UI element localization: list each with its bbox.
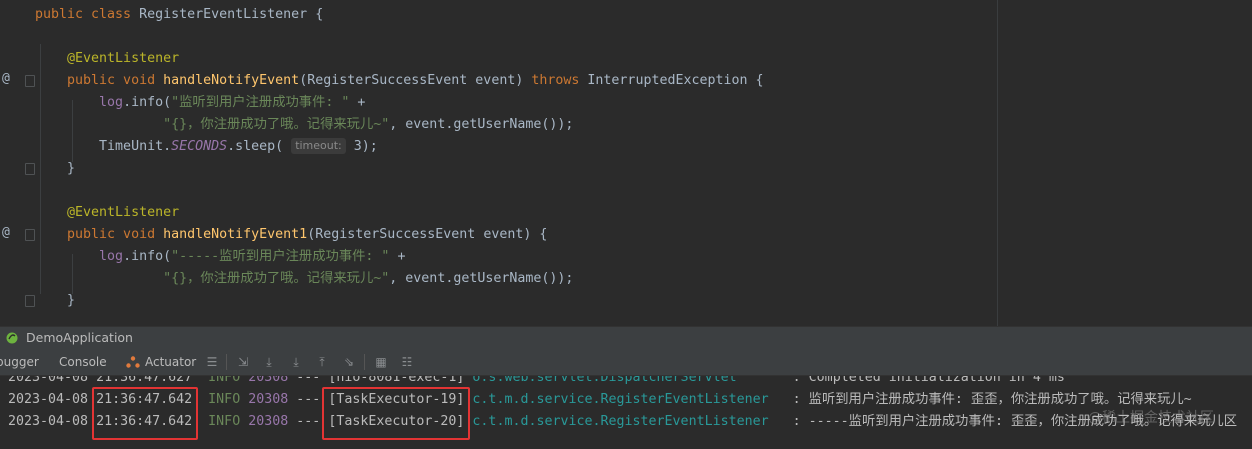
actuator-icon <box>126 356 140 368</box>
step-out-icon[interactable]: ⤒ <box>315 355 329 369</box>
code-token: public void <box>35 73 164 88</box>
log-date: 2023-04-08 <box>8 392 89 407</box>
tab-console[interactable]: Console <box>59 355 107 369</box>
parameter-hint: timeout: <box>291 138 346 154</box>
code-token: } <box>35 293 76 308</box>
code-token: + <box>389 249 406 264</box>
code-token: TimeUnit. <box>35 139 172 154</box>
code-line: TimeUnit.SECONDS.sleep( timeout: 3); <box>35 136 378 158</box>
toolbar-divider <box>226 354 227 370</box>
code-token: throws <box>531 73 588 88</box>
code-token: } <box>35 161 76 176</box>
code-line: } <box>35 158 75 180</box>
fold-icon[interactable] <box>25 163 35 175</box>
log-thread: [nio-8081-exec-1] <box>328 376 465 385</box>
step-into-icon[interactable]: ⤓ <box>289 355 303 369</box>
fold-icon[interactable] <box>25 229 35 241</box>
code-token: "监听到用户注册成功事件: " <box>171 95 350 110</box>
code-token: handleNotifyEvent1 <box>163 227 308 242</box>
code-token: 3); <box>345 139 378 154</box>
override-marker-icon[interactable]: @ <box>2 71 14 86</box>
log-level: INFO <box>208 392 241 407</box>
watermark: @稀土掘金技术社区 <box>1088 410 1214 426</box>
code-line: log.info("监听到用户注册成功事件: " + <box>35 92 365 114</box>
run-toolbar: bugger Console Actuator ☰ ⇲ ⤓ ⤓ ⤒ ⇘ ▦ ☷ <box>0 349 1252 376</box>
log-logger: o.s.web.servlet.DispatcherServlet <box>472 376 737 385</box>
log-pid: 20308 <box>248 392 289 407</box>
code-token: "{}，你注册成功了哦。记得来玩儿~" <box>35 117 390 132</box>
code-token: RegisterEventListener { <box>139 7 324 22</box>
code-line: "{}，你注册成功了哦。记得来玩儿~", event.getUserName()… <box>35 268 573 290</box>
timestamp-highlight-box <box>92 387 198 440</box>
run-tool-window-header: DemoApplication <box>0 326 1252 349</box>
spring-boot-icon <box>6 332 18 344</box>
code-token: + <box>349 95 366 110</box>
code-token: SECONDS <box>171 139 228 154</box>
code-token: .sleep( <box>227 139 292 154</box>
log-date: 2023-04-08 <box>8 414 89 429</box>
log-time: 21:36:47.627 <box>96 376 193 385</box>
log-sep: --- <box>296 376 321 385</box>
log-logger: c.t.m.d.service.RegisterEventListener <box>472 414 769 429</box>
code-token: , event.getUserName()); <box>389 271 574 286</box>
code-token: public void <box>35 227 164 242</box>
tab-debugger[interactable]: bugger <box>0 355 39 369</box>
evaluate-expression-icon[interactable]: ▦ <box>374 355 388 369</box>
code-token: .info( <box>123 249 172 264</box>
log-message: Completed initialization in 4 ms <box>808 376 1065 385</box>
log-logger: c.t.m.d.service.RegisterEventListener <box>472 392 769 407</box>
trace-icon[interactable]: ☷ <box>400 355 414 369</box>
code-token: .info( <box>123 95 172 110</box>
menu-icon[interactable]: ☰ <box>205 355 219 369</box>
thread-highlight-box <box>322 387 470 440</box>
code-token: @EventListener <box>35 51 180 66</box>
code-line: @EventListener <box>35 202 179 224</box>
log-sep: --- <box>296 414 321 429</box>
code-token: log <box>35 249 124 264</box>
step-over-icon[interactable]: ⤓ <box>262 355 276 369</box>
toolbar-divider <box>364 354 365 370</box>
code-token: @EventListener <box>35 205 180 220</box>
log-sep: --- <box>296 392 321 407</box>
override-marker-icon[interactable]: @ <box>2 225 14 240</box>
fold-icon[interactable] <box>25 295 35 307</box>
code-token: , event.getUserName()); <box>389 117 574 132</box>
code-token: InterruptedException { <box>587 73 764 88</box>
show-execution-point-icon[interactable]: ⇲ <box>236 355 250 369</box>
code-token: "{}，你注册成功了哦。记得来玩儿~" <box>35 271 390 286</box>
code-line: log.info("-----监听到用户注册成功事件: " + <box>35 246 405 268</box>
log-level: INFO <box>208 376 241 385</box>
log-level: INFO <box>208 414 241 429</box>
run-config-title[interactable]: DemoApplication <box>26 330 133 345</box>
log-date: 2023-04-08 <box>8 376 89 385</box>
log-message: 监听到用户注册成功事件: 歪歪，你注册成功了哦。记得来玩儿~ <box>808 392 1192 407</box>
code-line: public void handleNotifyEvent(RegisterSu… <box>35 70 764 92</box>
log-pid: 20308 <box>248 414 289 429</box>
code-line: public void handleNotifyEvent1(RegisterS… <box>35 224 547 246</box>
run-to-cursor-icon[interactable]: ⇘ <box>342 355 356 369</box>
code-token: (RegisterSuccessEvent event) <box>299 73 532 88</box>
right-margin-guide <box>997 0 998 326</box>
code-editor[interactable]: @ @ public class RegisterEventListener {… <box>0 0 1252 326</box>
code-token: (RegisterSuccessEvent event) { <box>307 227 548 242</box>
code-line: @EventListener <box>35 48 179 70</box>
code-token: handleNotifyEvent <box>163 73 300 88</box>
log-pid: 20308 <box>248 376 289 385</box>
fold-icon[interactable] <box>25 75 35 87</box>
code-line: } <box>35 290 75 312</box>
code-line: "{}，你注册成功了哦。记得来玩儿~", event.getUserName()… <box>35 114 573 136</box>
code-token: "-----监听到用户注册成功事件: " <box>171 249 390 264</box>
code-token: log <box>35 95 124 110</box>
code-line: public class RegisterEventListener { <box>35 4 323 26</box>
tab-actuator[interactable]: Actuator <box>145 355 196 369</box>
code-token: public class <box>35 7 140 22</box>
